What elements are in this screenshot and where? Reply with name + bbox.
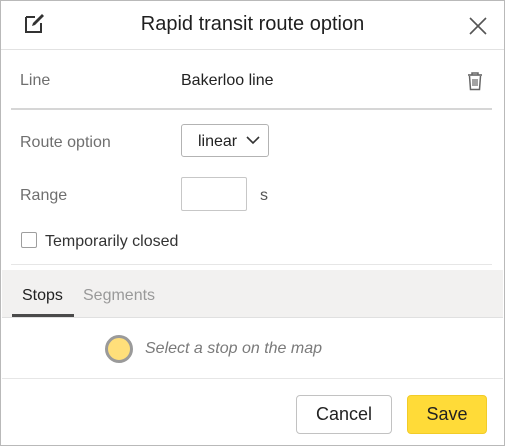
save-button[interactable]: Save: [407, 395, 487, 434]
select-stop-hint: Select a stop on the map: [145, 340, 322, 357]
route-option-label: Route option: [20, 134, 111, 151]
range-unit: s: [260, 187, 268, 204]
close-icon[interactable]: [467, 15, 489, 37]
chevron-down-icon: [246, 136, 260, 145]
range-label: Range: [20, 187, 68, 204]
divider: [11, 108, 492, 110]
divider: [11, 264, 492, 265]
tab-stops[interactable]: Stops: [22, 287, 63, 305]
line-row: Line Bakerloo line: [1, 50, 504, 108]
route-option-select[interactable]: linear: [181, 124, 269, 157]
route-option-dialog: Rapid transit route option Line Bakerloo…: [0, 0, 505, 446]
cancel-button[interactable]: Cancel: [296, 395, 392, 434]
dialog-header: Rapid transit route option: [1, 1, 504, 50]
temporarily-closed-checkbox[interactable]: [21, 232, 37, 248]
stop-marker-icon: [105, 335, 133, 363]
range-input[interactable]: [181, 177, 247, 211]
tab-bar: Stops Segments: [2, 270, 503, 318]
active-tab-indicator: [12, 314, 74, 317]
line-value: Bakerloo line: [181, 72, 274, 89]
trash-icon[interactable]: [466, 71, 484, 91]
dialog-title: Rapid transit route option: [140, 13, 365, 35]
temporarily-closed-label[interactable]: Temporarily closed: [45, 233, 178, 251]
line-label: Line: [20, 72, 51, 89]
footer-divider: [2, 378, 503, 379]
tab-segments[interactable]: Segments: [83, 287, 155, 305]
route-option-value: linear: [198, 133, 238, 150]
